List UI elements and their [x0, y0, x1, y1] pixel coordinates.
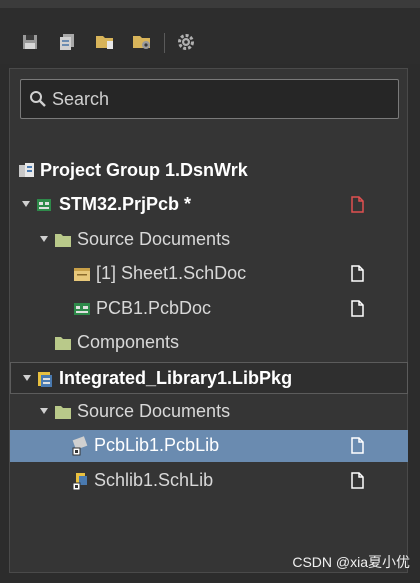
file-status-icon [351, 472, 364, 489]
tree-item-label: Integrated_Library1.LibPkg [59, 368, 293, 388]
file-status-icon [351, 265, 364, 282]
pcb-doc-icon [74, 303, 90, 315]
tree-item-label: Schlib1.SchLib [94, 470, 214, 490]
tree-item-label: [1] Sheet1.SchDoc [96, 263, 247, 283]
library-package-icon [38, 372, 52, 387]
file-status-icon [351, 300, 364, 317]
tree-item-label: Components [77, 332, 180, 352]
file-status-icon [351, 437, 364, 454]
tree-item-pcblib1[interactable]: PcbLib1.PcbLib [10, 430, 408, 462]
folder-icon [55, 234, 71, 247]
tree-item-components[interactable]: Components [10, 327, 408, 359]
tree-item-label: Source Documents [77, 229, 231, 249]
tree-item-project-group[interactable]: Project Group 1.DsnWrk [10, 155, 408, 187]
save-icon[interactable] [19, 31, 41, 53]
folder-settings-icon[interactable] [131, 31, 153, 53]
tree-item-label: Source Documents [77, 401, 231, 421]
schematic-doc-icon [74, 268, 90, 281]
toolbar-separator [164, 33, 165, 53]
search-input[interactable]: Search [52, 89, 109, 110]
tree-item-source-documents[interactable]: Source Documents [10, 396, 408, 428]
project-group-icon [19, 163, 34, 177]
tree-item-integrated-library[interactable]: Integrated_Library1.LibPkg [10, 362, 408, 394]
watermark: CSDN @xia夏小优 [292, 554, 410, 570]
settings-icon[interactable] [175, 31, 197, 53]
window-top-border [0, 0, 420, 8]
modified-file-icon [351, 196, 364, 213]
tree-item-source-documents[interactable]: Source Documents [10, 224, 408, 256]
tree-item-sheet1[interactable]: [1] Sheet1.SchDoc [10, 258, 408, 290]
save-all-icon[interactable] [56, 31, 78, 53]
open-folder-icon[interactable] [94, 31, 116, 53]
search-icon [30, 91, 46, 107]
schematic-library-icon [72, 473, 87, 491]
folder-icon [55, 406, 71, 419]
tree-item-stm32-project[interactable]: STM32.PrjPcb * [10, 189, 408, 221]
collapse-arrow-icon[interactable] [22, 201, 30, 207]
pcb-project-icon [37, 199, 51, 211]
collapse-arrow-icon[interactable] [40, 408, 48, 414]
collapse-arrow-icon[interactable] [23, 375, 31, 381]
folder-icon [55, 337, 71, 350]
search-box[interactable]: Search [20, 79, 399, 119]
tree-item-label: Project Group 1.DsnWrk [40, 160, 248, 180]
pcb-library-icon [72, 436, 88, 456]
tree-item-label: PcbLib1.PcbLib [94, 435, 220, 455]
toolbar [0, 8, 420, 64]
tree-item-pcb1[interactable]: PCB1.PcbDoc [10, 293, 408, 325]
tree-item-schlib1[interactable]: Schlib1.SchLib [10, 465, 408, 497]
tree-item-label: PCB1.PcbDoc [96, 298, 212, 318]
tree-item-label: STM32.PrjPcb * [59, 194, 192, 214]
collapse-arrow-icon[interactable] [40, 236, 48, 242]
